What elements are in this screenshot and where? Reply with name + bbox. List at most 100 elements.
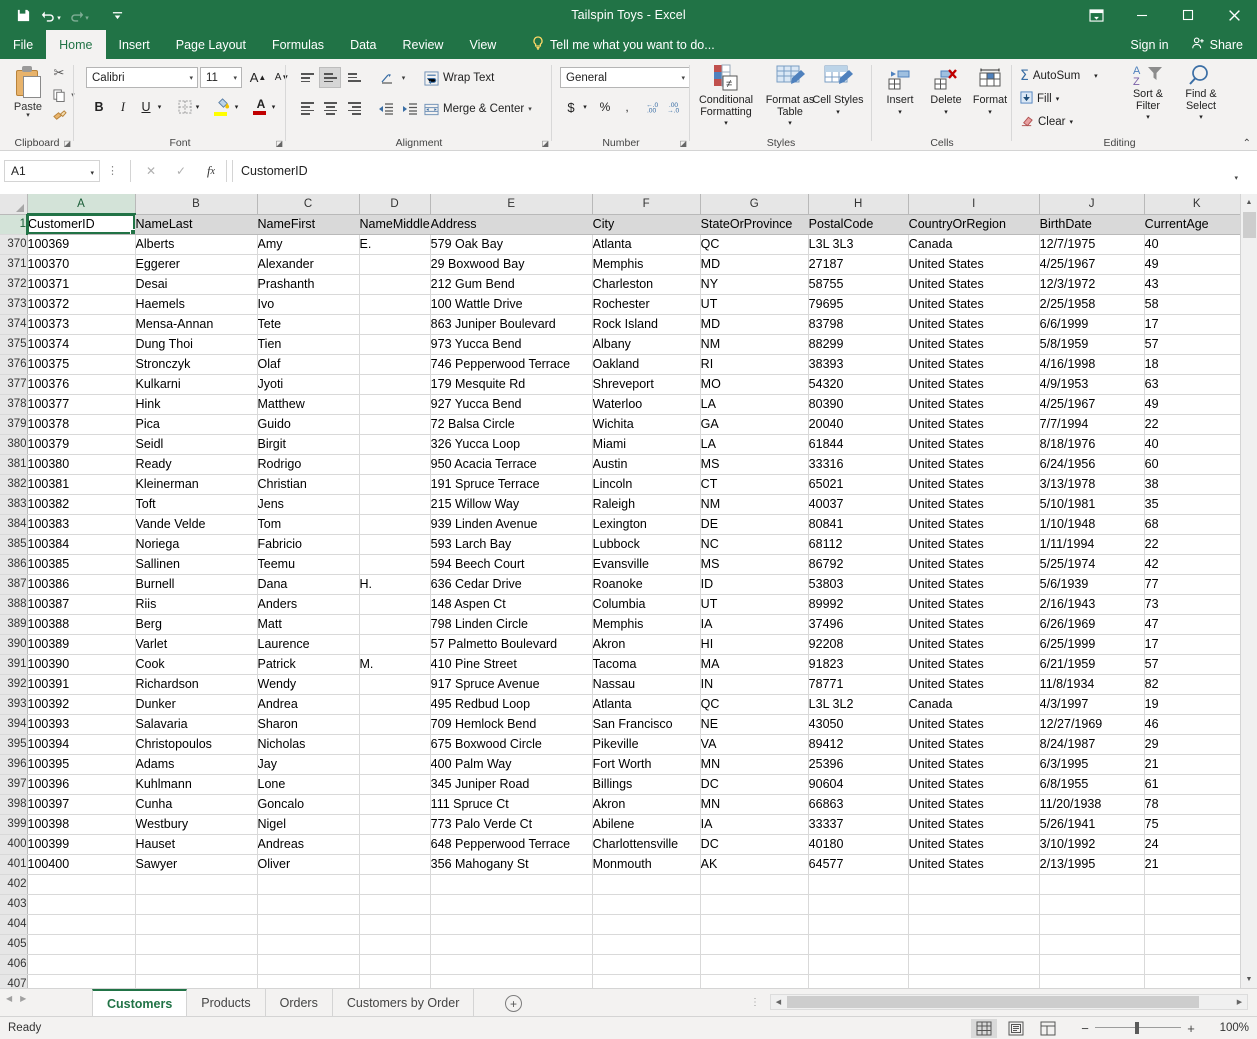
grid-cell[interactable]: 863 Juniper Boulevard: [430, 314, 592, 334]
grid-cell[interactable]: 91823: [808, 654, 908, 674]
sheet-tab-customers[interactable]: Customers: [92, 989, 187, 1017]
grid-cell[interactable]: 68: [1144, 514, 1249, 534]
page-layout-view-icon[interactable]: [1003, 1019, 1029, 1038]
grid-cell[interactable]: 6/6/1999: [1039, 314, 1144, 334]
grid-cell[interactable]: 326 Yucca Loop: [430, 434, 592, 454]
percent-style-button[interactable]: %: [596, 96, 614, 118]
grid-cell[interactable]: 7/7/1994: [1039, 414, 1144, 434]
grid-cell[interactable]: 75: [1144, 814, 1249, 834]
vertical-scroll-thumb[interactable]: [1243, 212, 1256, 238]
grid-cell[interactable]: 4/3/1997: [1039, 694, 1144, 714]
grid-cell[interactable]: 65021: [808, 474, 908, 494]
grid-cell[interactable]: [1144, 874, 1249, 894]
alignment-dialog-launcher[interactable]: ◪: [541, 139, 549, 148]
grid-cell[interactable]: United States: [908, 334, 1039, 354]
column-header-g[interactable]: G: [700, 194, 808, 214]
grid-cell[interactable]: Pica: [135, 414, 257, 434]
grid-cell[interactable]: HI: [700, 634, 808, 654]
grid-cell[interactable]: [359, 794, 430, 814]
orientation-icon[interactable]: [374, 67, 400, 88]
grid-cell[interactable]: NM: [700, 334, 808, 354]
column-title-cell[interactable]: NameLast: [135, 214, 257, 234]
grid-cell[interactable]: [1144, 954, 1249, 974]
grid-cell[interactable]: Monmouth: [592, 854, 700, 874]
grid-cell[interactable]: 100397: [27, 794, 135, 814]
ribbon-tab-data[interactable]: Data: [337, 30, 389, 59]
row-header-401[interactable]: 401: [0, 854, 27, 874]
grid-cell[interactable]: 4/25/1967: [1039, 254, 1144, 274]
grid-cell[interactable]: 53803: [808, 574, 908, 594]
grid-cell[interactable]: [359, 694, 430, 714]
grid-cell[interactable]: [592, 874, 700, 894]
grid-cell[interactable]: [908, 914, 1039, 934]
grid-cell[interactable]: United States: [908, 774, 1039, 794]
find-select-button[interactable]: Find & Select ▾: [1175, 63, 1227, 129]
grid-cell[interactable]: [359, 474, 430, 494]
grid-cell[interactable]: [700, 954, 808, 974]
grid-cell[interactable]: United States: [908, 634, 1039, 654]
grid-cell[interactable]: [908, 934, 1039, 954]
grid-cell[interactable]: 19: [1144, 694, 1249, 714]
grid-cell[interactable]: 495 Redbud Loop: [430, 694, 592, 714]
wrap-text-button[interactable]: Wrap Text: [424, 67, 494, 89]
grid-cell[interactable]: [1144, 894, 1249, 914]
grid-cell[interactable]: [359, 254, 430, 274]
grid-cell[interactable]: [808, 954, 908, 974]
grid-cell[interactable]: Eggerer: [135, 254, 257, 274]
grid-cell[interactable]: United States: [908, 534, 1039, 554]
grid-cell[interactable]: [257, 874, 359, 894]
grid-cell[interactable]: [430, 914, 592, 934]
grid-cell[interactable]: MO: [700, 374, 808, 394]
grid-cell[interactable]: L3L 3L2: [808, 694, 908, 714]
grid-cell[interactable]: 927 Yucca Bend: [430, 394, 592, 414]
grid-cell[interactable]: 3/13/1978: [1039, 474, 1144, 494]
grid-cell[interactable]: 83798: [808, 314, 908, 334]
align-middle-icon[interactable]: [319, 67, 341, 88]
grid-cell[interactable]: UT: [700, 294, 808, 314]
grid-cell[interactable]: Tacoma: [592, 654, 700, 674]
grid-cell[interactable]: IA: [700, 814, 808, 834]
accounting-dropdown-icon[interactable]: ▾: [579, 96, 591, 118]
grid-cell[interactable]: 100399: [27, 834, 135, 854]
grid-cell[interactable]: Prashanth: [257, 274, 359, 294]
grid-cell[interactable]: 100390: [27, 654, 135, 674]
minimize-icon[interactable]: [1119, 0, 1165, 30]
grid-cell[interactable]: Stronczyk: [135, 354, 257, 374]
grid-cell[interactable]: Patrick: [257, 654, 359, 674]
orientation-dropdown-icon[interactable]: ▾: [398, 67, 409, 88]
row-header-388[interactable]: 388: [0, 594, 27, 614]
grid-cell[interactable]: [700, 874, 808, 894]
grid-cell[interactable]: United States: [908, 374, 1039, 394]
column-header-j[interactable]: J: [1039, 194, 1144, 214]
grid-cell[interactable]: [359, 774, 430, 794]
grid-cell[interactable]: Alexander: [257, 254, 359, 274]
grid-cell[interactable]: Memphis: [592, 614, 700, 634]
grid-cell[interactable]: United States: [908, 394, 1039, 414]
fill-dropdown-icon[interactable]: ▾: [1056, 95, 1060, 103]
grid-cell[interactable]: 43: [1144, 274, 1249, 294]
row-header-382[interactable]: 382: [0, 474, 27, 494]
grid-cell[interactable]: United States: [908, 734, 1039, 754]
grid-cell[interactable]: 82: [1144, 674, 1249, 694]
grid-cell[interactable]: [359, 614, 430, 634]
tell-me-search[interactable]: Tell me what you want to do...: [532, 30, 715, 59]
row-header-383[interactable]: 383: [0, 494, 27, 514]
grid-cell[interactable]: E.: [359, 234, 430, 254]
grid-cell[interactable]: Oliver: [257, 854, 359, 874]
grid-cell[interactable]: Canada: [908, 234, 1039, 254]
grid-cell[interactable]: 917 Spruce Avenue: [430, 674, 592, 694]
page-break-preview-icon[interactable]: [1035, 1019, 1061, 1038]
grid-cell[interactable]: 42: [1144, 554, 1249, 574]
grid-cell[interactable]: 4/25/1967: [1039, 394, 1144, 414]
grid-cell[interactable]: [808, 974, 908, 988]
grid-cell[interactable]: Oakland: [592, 354, 700, 374]
grid-cell[interactable]: United States: [908, 854, 1039, 874]
grid-cell[interactable]: Miami: [592, 434, 700, 454]
grid-cell[interactable]: [808, 914, 908, 934]
insert-function-icon[interactable]: fx: [196, 160, 226, 182]
grid-cell[interactable]: United States: [908, 274, 1039, 294]
grid-cell[interactable]: 40: [1144, 434, 1249, 454]
scroll-left-icon[interactable]: ◀: [771, 995, 786, 1009]
paste-button[interactable]: Paste ▾: [6, 64, 50, 130]
grid-cell[interactable]: 191 Spruce Terrace: [430, 474, 592, 494]
